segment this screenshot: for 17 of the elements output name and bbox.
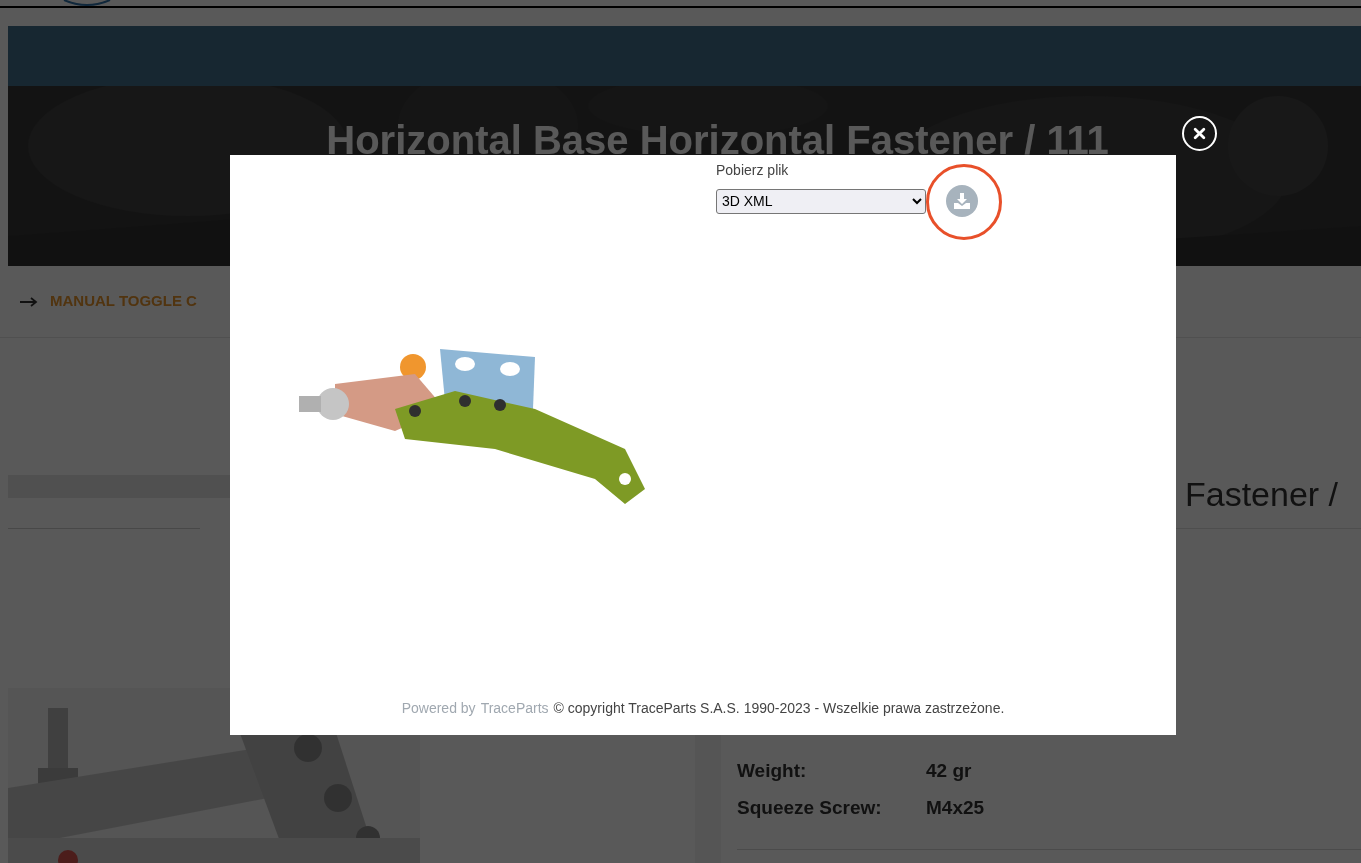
traceparts-link[interactable]: TraceParts (480, 699, 549, 717)
product-heading: Fastener / (1185, 474, 1340, 514)
powered-by-text: Powered by (401, 699, 476, 717)
close-icon (1193, 127, 1206, 140)
spec-value: M4x25 (926, 796, 986, 820)
copyright-text: © copyright TraceParts S.A.S. 1990-2023 - Wszelkie prawa zastrzeżone. (553, 699, 1005, 717)
download-label: Pobierz plik (716, 161, 790, 179)
spec-label: Weight: (737, 759, 808, 783)
format-select[interactable]: 3D XML (716, 188, 926, 214)
download-icon (953, 193, 971, 209)
close-button[interactable] (1182, 116, 1217, 151)
spec-label: Squeeze Screw: (737, 796, 883, 820)
spec-value: 42 gr (926, 759, 973, 783)
arrow-icon (20, 296, 38, 307)
breadcrumb-link[interactable]: MANUAL TOGGLE C (50, 290, 197, 313)
logo-icon (62, 0, 112, 6)
hero-title: Horizontal Base Horizontal Fastener / 111 (326, 117, 1109, 164)
